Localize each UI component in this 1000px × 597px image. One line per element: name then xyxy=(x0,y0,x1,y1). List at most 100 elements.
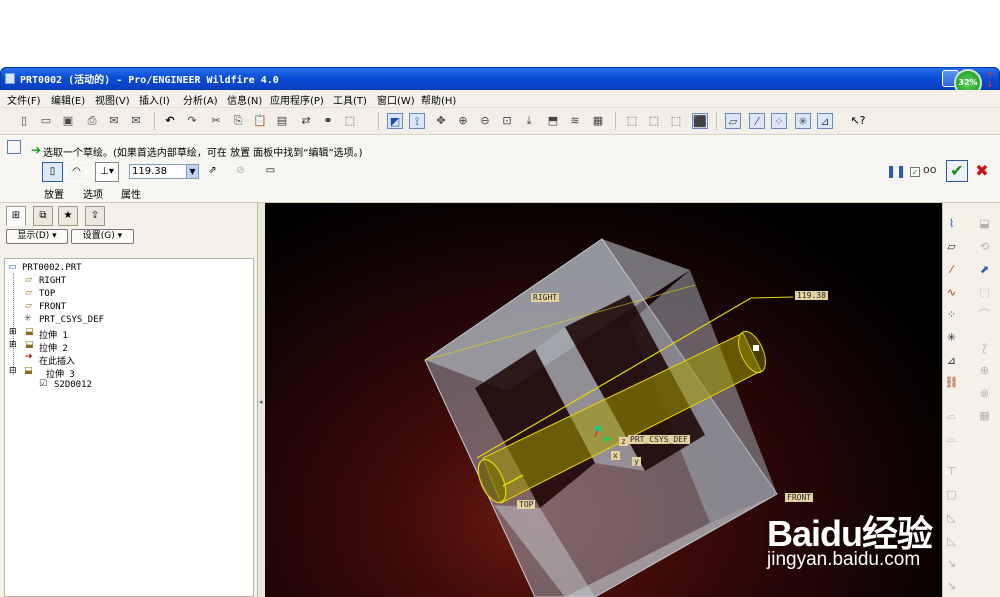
reorient-icon[interactable]: ⤓ xyxy=(521,113,537,129)
drag-handle[interactable] xyxy=(753,345,759,351)
select-box-icon[interactable]: ⬚ xyxy=(342,113,358,129)
menu-analysis[interactable]: 分析(A) xyxy=(183,92,218,107)
tab-model-tree[interactable]: ⊞ xyxy=(6,206,26,226)
tab-options[interactable]: 选项 xyxy=(83,186,103,201)
rib-tool-icon[interactable]: ⊤ xyxy=(943,463,960,480)
ok-button[interactable]: ✔ xyxy=(946,160,968,182)
cancel-button[interactable]: ✖ xyxy=(972,160,992,182)
wireframe-icon[interactable]: ⬚ xyxy=(624,113,640,129)
boundary-blend-tool-icon[interactable]: ⌒ xyxy=(976,306,993,323)
tree-item-extrude-2[interactable]: 拉伸 2 xyxy=(39,341,68,354)
remove-material-button[interactable]: ⊘ xyxy=(230,162,251,182)
copy-icon[interactable]: ⎘ xyxy=(230,113,246,129)
saved-views-icon[interactable]: ⬒ xyxy=(545,113,561,129)
style-tool-icon[interactable]: ⟅ xyxy=(976,340,993,357)
tab-favorites[interactable]: ★ xyxy=(58,206,78,226)
send-mail-icon[interactable]: ✉ xyxy=(106,113,122,129)
paste-special-icon[interactable]: ▤ xyxy=(274,113,290,129)
zoom-out-icon[interactable]: ⊖ xyxy=(477,113,493,129)
tab-connections[interactable]: ⇪ xyxy=(85,206,105,226)
mirror-tool-icon[interactable]: ↘ xyxy=(943,577,960,594)
tree-item-front[interactable]: FRONT xyxy=(39,302,66,312)
variable-sweep-tool-icon[interactable]: ⬈ xyxy=(976,261,993,278)
cut-icon[interactable]: ✂ xyxy=(208,113,224,129)
depth-option-button[interactable]: ⊥▾ xyxy=(95,162,119,182)
view-manager-icon[interactable]: ▦ xyxy=(590,113,606,129)
csys-tool-icon[interactable]: ✳ xyxy=(943,329,960,346)
extrude-tool-icon[interactable]: ⬓ xyxy=(976,215,993,232)
orient-mode-icon[interactable]: ✥ xyxy=(433,113,449,129)
pattern-tool-icon[interactable]: ↘ xyxy=(943,555,960,572)
tab-properties[interactable]: 属性 xyxy=(121,186,141,201)
refit-icon[interactable]: ⊡ xyxy=(499,113,515,129)
verify-preview-icon[interactable]: oo xyxy=(923,163,936,176)
zoom-in-icon[interactable]: ⊕ xyxy=(455,113,471,129)
datum-plane-tool-icon[interactable]: ▱ xyxy=(943,238,960,255)
menu-view[interactable]: 视图(V) xyxy=(95,92,130,107)
coord-systems-icon[interactable]: ✳ xyxy=(795,113,811,129)
menu-info[interactable]: 信息(N) xyxy=(227,92,262,107)
annotations-icon[interactable]: ⊿ xyxy=(817,113,833,129)
menu-tools[interactable]: 工具(T) xyxy=(333,92,367,107)
thicken-sketch-button[interactable]: ▭ xyxy=(260,162,281,182)
merge-tool-icon[interactable]: ⊕ xyxy=(976,362,993,379)
open-file-icon[interactable]: ▭ xyxy=(38,113,54,129)
repaint-icon[interactable]: ◩ xyxy=(387,113,403,129)
datum-axes-icon[interactable]: ⁄ xyxy=(749,113,765,129)
datum-curve-tool-icon[interactable]: ∿ xyxy=(943,284,960,301)
tab-placement[interactable]: 放置 xyxy=(44,186,64,201)
tree-item-insert-here[interactable]: 在此插入 xyxy=(39,354,75,367)
layers-icon[interactable]: ≋ xyxy=(567,113,583,129)
hole-tool-icon[interactable]: ⌓ xyxy=(943,407,960,424)
print-icon[interactable]: ⎙ xyxy=(84,113,100,129)
depth-dropdown-chevron-icon[interactable]: ▼ xyxy=(186,164,199,179)
new-file-icon[interactable]: ▯ xyxy=(16,113,32,129)
tree-item-sketch[interactable]: S2D0012 xyxy=(54,380,92,390)
paste-icon[interactable]: 📋 xyxy=(252,113,268,129)
extrude-solid-button[interactable]: ▯ xyxy=(42,162,63,182)
table-tool-icon[interactable]: ▦ xyxy=(976,407,993,424)
trim-tool-icon[interactable]: ⊗ xyxy=(976,385,993,402)
undo-icon[interactable]: ↶ xyxy=(162,113,178,129)
show-dropdown-button[interactable]: 显示(D) ▾ xyxy=(6,229,68,244)
menu-insert[interactable]: 插入(I) xyxy=(139,92,170,107)
hidden-line-icon[interactable]: ⬚ xyxy=(646,113,662,129)
send-link-icon[interactable]: ✉ xyxy=(128,113,144,129)
shell-tool-icon[interactable]: ⌓ xyxy=(943,430,960,447)
flip-direction-button[interactable]: ⇗ xyxy=(202,162,223,182)
preview-checkbox[interactable]: ✓ xyxy=(910,167,920,177)
regenerate-icon[interactable]: ⇄ xyxy=(298,113,314,129)
chamfer-tool-icon[interactable]: ◺ xyxy=(943,532,960,549)
settings-dropdown-button[interactable]: 设置(G) ▾ xyxy=(71,229,134,244)
shading-icon[interactable]: ⬛ xyxy=(692,113,708,129)
redo-icon[interactable]: ↷ xyxy=(184,113,200,129)
expand-icon[interactable]: ⊞ xyxy=(9,340,17,350)
datum-points-icon[interactable]: ⁘ xyxy=(771,113,787,129)
collapse-icon[interactable]: ⊟ xyxy=(9,366,17,376)
menu-window[interactable]: 窗口(W) xyxy=(377,92,415,107)
round-tool-icon[interactable]: ◺ xyxy=(943,509,960,526)
pause-button[interactable]: ❚❚ xyxy=(886,164,906,178)
tree-item-extrude-3[interactable]: 拉伸 3 xyxy=(46,367,75,380)
draft-tool-icon[interactable]: ▢ xyxy=(943,486,960,503)
tree-item-top[interactable]: TOP xyxy=(39,289,55,299)
tree-item-part[interactable]: PRT0002.PRT xyxy=(22,263,82,273)
blend-tool-icon[interactable]: ⬚ xyxy=(976,284,993,301)
context-help-icon[interactable]: ↖? xyxy=(850,113,866,129)
datum-axis-tool-icon[interactable]: ⁄ xyxy=(943,261,960,278)
tab-folder-browser[interactable]: ⧉ xyxy=(33,206,53,226)
no-hidden-icon[interactable]: ⬚ xyxy=(668,113,684,129)
link-tool-icon[interactable]: ⛓ xyxy=(943,374,960,391)
tree-item-extrude-1[interactable]: 拉伸 1 xyxy=(39,328,68,341)
spin-center-icon[interactable]: ⟟ xyxy=(409,113,425,129)
depth-dimension-label[interactable]: 119.38 xyxy=(795,291,828,300)
menu-edit[interactable]: 编辑(E) xyxy=(51,92,85,107)
analysis-tool-icon[interactable]: ⊿ xyxy=(943,352,960,369)
menu-applications[interactable]: 应用程序(P) xyxy=(270,92,324,107)
extrude-surface-button[interactable]: ◠ xyxy=(66,162,87,182)
save-icon[interactable]: ▣ xyxy=(60,113,76,129)
expand-icon[interactable]: ⊞ xyxy=(9,327,17,337)
datum-planes-icon[interactable]: ▱ xyxy=(725,113,741,129)
find-icon[interactable]: ⚭ xyxy=(320,113,336,129)
revolve-tool-icon[interactable]: ⟲ xyxy=(976,238,993,255)
